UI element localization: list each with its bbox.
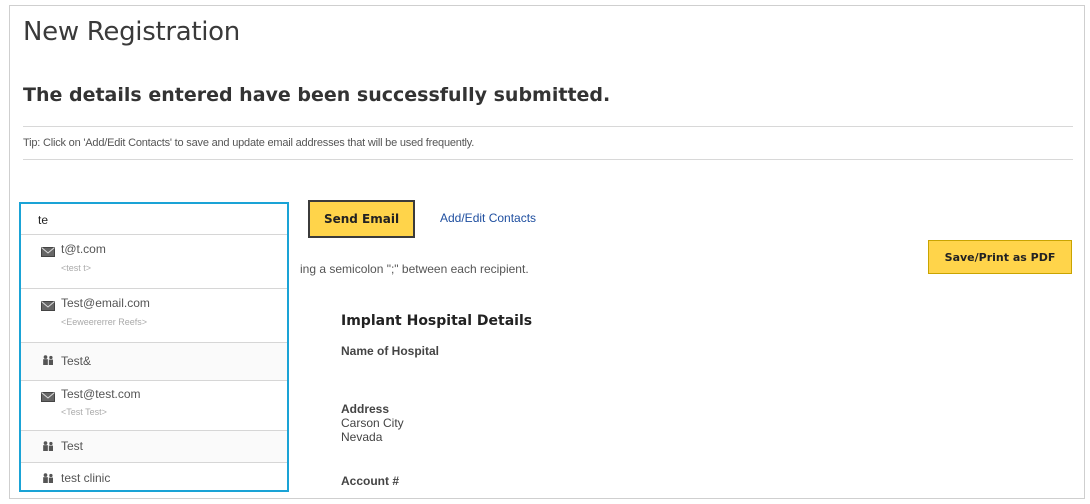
- envelope-icon: [41, 247, 55, 257]
- tip-text: Tip: Click on 'Add/Edit Contacts' to sav…: [23, 137, 475, 149]
- autocomplete-item[interactable]: Test: [21, 430, 287, 462]
- autocomplete-label: Test@email.com: [61, 296, 150, 310]
- address-line-1: Carson City: [341, 416, 404, 430]
- autocomplete-sub: <test t>: [61, 263, 92, 273]
- page-title: New Registration: [23, 17, 240, 47]
- autocomplete-label: Test&: [61, 354, 92, 368]
- send-email-button[interactable]: Send Email: [308, 200, 415, 238]
- success-message: The details entered have been successful…: [23, 84, 611, 106]
- envelope-icon: [41, 301, 55, 311]
- address-line-2: Nevada: [341, 430, 383, 444]
- envelope-icon: [41, 392, 55, 402]
- recipient-input[interactable]: [25, 208, 287, 232]
- autocomplete-sub: <Test Test>: [61, 407, 107, 417]
- autocomplete-label: t@t.com: [61, 242, 106, 256]
- autocomplete-item[interactable]: Test&: [21, 342, 287, 380]
- divider: [23, 126, 1073, 127]
- autocomplete-item[interactable]: test clinic: [21, 462, 287, 490]
- group-icon: [43, 355, 53, 365]
- autocomplete-item[interactable]: t@t.com <test t>: [21, 234, 287, 288]
- hospital-name-label: Name of Hospital: [341, 344, 440, 358]
- group-icon: [43, 473, 53, 483]
- autocomplete-label: Test@test.com: [61, 387, 141, 401]
- address-label: Address: [341, 402, 390, 416]
- autocomplete-label: Test: [61, 439, 84, 453]
- autocomplete-item[interactable]: Test@test.com <Test Test>: [21, 380, 287, 430]
- autocomplete-label: test clinic: [61, 471, 111, 485]
- recipient-hint: ing a semicolon ";" between each recipie…: [300, 262, 529, 276]
- section-heading: Implant Hospital Details: [341, 313, 533, 329]
- add-edit-contacts-link[interactable]: Add/Edit Contacts: [440, 211, 536, 225]
- autocomplete-item[interactable]: Test@email.com <Eeweererrer Reefs>: [21, 288, 287, 342]
- autocomplete-sub: <Eeweererrer Reefs>: [61, 317, 148, 327]
- save-print-pdf-button[interactable]: Save/Print as PDF: [928, 240, 1072, 274]
- recipient-autocomplete: t@t.com <test t> Test@email.com <Eeweere…: [19, 202, 289, 492]
- account-label: Account #: [341, 474, 400, 488]
- group-icon: [43, 441, 53, 451]
- divider: [23, 159, 1073, 160]
